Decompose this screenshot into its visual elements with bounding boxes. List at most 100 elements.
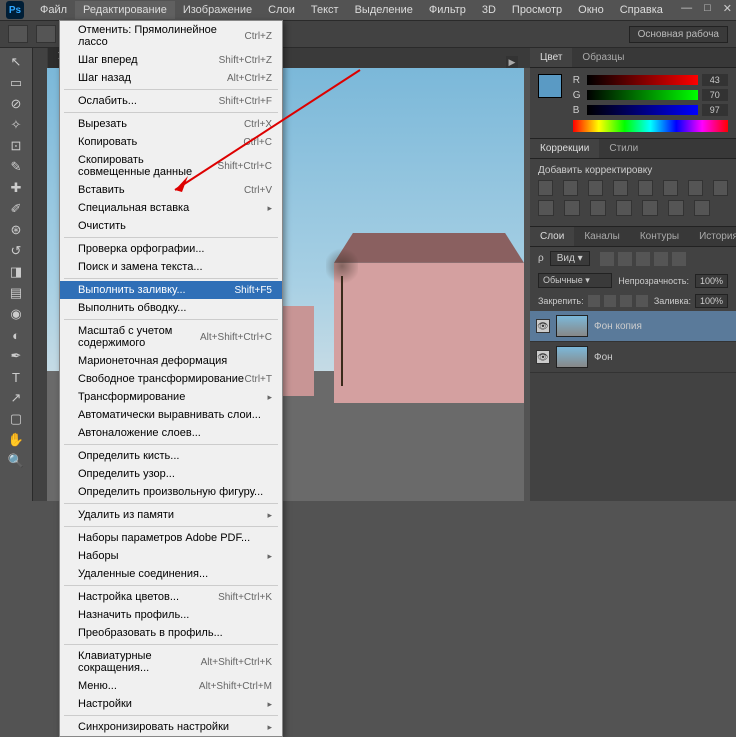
hue-adj-icon[interactable]: [663, 180, 678, 196]
menu-item[interactable]: Марионеточная деформация: [60, 352, 282, 370]
menu-item[interactable]: Поиск и замена текста...: [60, 258, 282, 276]
menu-item[interactable]: Определить узор...: [60, 465, 282, 483]
menu-item[interactable]: Шаг впередShift+Ctrl+Z: [60, 51, 282, 69]
filter-smart-icon[interactable]: [672, 252, 686, 266]
brightness-adj-icon[interactable]: [538, 180, 553, 196]
minimize-icon[interactable]: —: [681, 2, 692, 15]
menu-item[interactable]: ВырезатьCtrl+X: [60, 115, 282, 133]
menu-item[interactable]: Клавиатурные сокращения...Alt+Shift+Ctrl…: [60, 647, 282, 677]
selection-mode-icon[interactable]: [36, 25, 56, 43]
lock-transparency-icon[interactable]: [588, 295, 600, 307]
color-spectrum[interactable]: [573, 120, 728, 132]
g-slider[interactable]: [587, 90, 698, 100]
layer-filter-type[interactable]: Вид ▾: [550, 251, 590, 266]
menu-item[interactable]: Автоматически выравнивать слои...: [60, 406, 282, 424]
menu-item[interactable]: Назначить профиль...: [60, 606, 282, 624]
crop-tool-icon[interactable]: ⊡: [2, 136, 30, 156]
lock-all-icon[interactable]: [636, 295, 648, 307]
maximize-icon[interactable]: □: [704, 2, 711, 15]
menu-item[interactable]: Удаленные соединения...: [60, 565, 282, 583]
layer-visibility-icon[interactable]: 👁: [536, 350, 550, 364]
posterize-adj-icon[interactable]: [616, 200, 632, 216]
r-slider[interactable]: [587, 75, 698, 85]
photo-filter-adj-icon[interactable]: [713, 180, 728, 196]
layer-row[interactable]: 👁Фон: [530, 342, 736, 373]
tab-color[interactable]: Цвет: [530, 48, 572, 67]
menubar-item-текст[interactable]: Текст: [303, 1, 347, 19]
menu-item[interactable]: Трансформирование▸: [60, 388, 282, 406]
hand-tool-icon[interactable]: ✋: [2, 430, 30, 450]
opacity-input[interactable]: 100%: [695, 274, 728, 288]
lock-pixels-icon[interactable]: [604, 295, 616, 307]
menu-item[interactable]: Масштаб с учетом содержимогоAlt+Shift+Ct…: [60, 322, 282, 352]
menu-item[interactable]: Автоналожение слоев...: [60, 424, 282, 442]
tab-adjustments[interactable]: Коррекции: [530, 139, 599, 158]
menubar-item-просмотр[interactable]: Просмотр: [504, 1, 570, 19]
menubar-item-выделение[interactable]: Выделение: [347, 1, 421, 19]
blur-tool-icon[interactable]: ◉: [2, 304, 30, 324]
menu-item[interactable]: Удалить из памяти▸: [60, 506, 282, 524]
eraser-tool-icon[interactable]: ◨: [2, 262, 30, 282]
menu-item[interactable]: КопироватьCtrl+C: [60, 133, 282, 151]
menu-item[interactable]: Преобразовать в профиль...: [60, 624, 282, 642]
tab-channels[interactable]: Каналы: [574, 227, 630, 246]
vibrance-adj-icon[interactable]: [638, 180, 653, 196]
layer-thumbnail[interactable]: [556, 315, 588, 337]
lasso-tool-icon[interactable]: ⊘: [2, 94, 30, 114]
gradient-map-adj-icon[interactable]: [668, 200, 684, 216]
color-lookup-adj-icon[interactable]: [564, 200, 580, 216]
pen-tool-icon[interactable]: ✒: [2, 346, 30, 366]
filter-adj-icon[interactable]: [618, 252, 632, 266]
menu-item[interactable]: Свободное трансформированиеCtrl+T: [60, 370, 282, 388]
menubar-item-слои[interactable]: Слои: [260, 1, 303, 19]
tab-history[interactable]: История: [689, 227, 736, 246]
shape-tool-icon[interactable]: ▢: [2, 409, 30, 429]
bw-adj-icon[interactable]: [688, 180, 703, 196]
b-value[interactable]: 97: [702, 104, 728, 116]
menu-item[interactable]: ВставитьCtrl+V: [60, 181, 282, 199]
brush-tool-icon[interactable]: ✐: [2, 199, 30, 219]
layer-thumbnail[interactable]: [556, 346, 588, 368]
tab-swatches[interactable]: Образцы: [572, 48, 634, 67]
menu-item[interactable]: Очистить: [60, 217, 282, 235]
threshold-adj-icon[interactable]: [642, 200, 658, 216]
menu-item[interactable]: Меню...Alt+Shift+Ctrl+M: [60, 677, 282, 695]
fill-input[interactable]: 100%: [695, 294, 728, 308]
menubar-item-изображение[interactable]: Изображение: [175, 1, 260, 19]
menu-item[interactable]: Проверка орфографии...: [60, 240, 282, 258]
tab-paths[interactable]: Контуры: [630, 227, 689, 246]
menubar-item-окно[interactable]: Окно: [570, 1, 612, 19]
type-tool-icon[interactable]: T: [2, 367, 30, 387]
selective-color-adj-icon[interactable]: [694, 200, 710, 216]
r-value[interactable]: 43: [702, 74, 728, 86]
filter-type-icon[interactable]: [636, 252, 650, 266]
filter-shape-icon[interactable]: [654, 252, 668, 266]
g-value[interactable]: 70: [702, 89, 728, 101]
menu-item[interactable]: Настройки▸: [60, 695, 282, 713]
tab-layers[interactable]: Слои: [530, 227, 574, 246]
levels-adj-icon[interactable]: [563, 180, 578, 196]
collapse-panel-icon[interactable]: ▶: [506, 56, 518, 68]
history-brush-icon[interactable]: ↺: [2, 241, 30, 261]
menu-item[interactable]: Наборы▸: [60, 547, 282, 565]
menubar-item-справка[interactable]: Справка: [612, 1, 671, 19]
foreground-color-swatch[interactable]: [538, 74, 562, 98]
menu-item[interactable]: Определить кисть...: [60, 447, 282, 465]
menubar-item-фильтр[interactable]: Фильтр: [421, 1, 474, 19]
menubar-item-3d[interactable]: 3D: [474, 1, 504, 19]
menu-item[interactable]: Отменить: Прямолинейное лассоCtrl+Z: [60, 21, 282, 51]
wand-tool-icon[interactable]: ✧: [2, 115, 30, 135]
curves-adj-icon[interactable]: [588, 180, 603, 196]
menubar-item-файл[interactable]: Файл: [32, 1, 75, 19]
marquee-tool-icon[interactable]: ▭: [2, 73, 30, 93]
menu-item[interactable]: Специальная вставка▸: [60, 199, 282, 217]
menu-item[interactable]: Ослабить...Shift+Ctrl+F: [60, 92, 282, 110]
move-tool-icon[interactable]: ↖: [2, 52, 30, 72]
eyedropper-tool-icon[interactable]: ✎: [2, 157, 30, 177]
path-tool-icon[interactable]: ↗: [2, 388, 30, 408]
channel-mixer-adj-icon[interactable]: [538, 200, 554, 216]
exposure-adj-icon[interactable]: [613, 180, 628, 196]
menu-item[interactable]: Определить произвольную фигуру...: [60, 483, 282, 501]
heal-tool-icon[interactable]: ✚: [2, 178, 30, 198]
b-slider[interactable]: [587, 105, 698, 115]
